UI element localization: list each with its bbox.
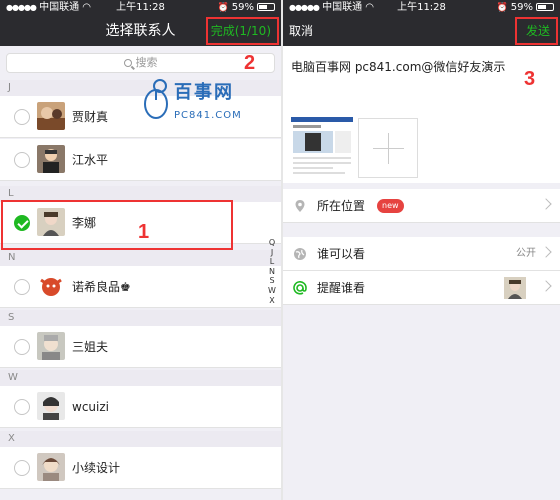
status-bar: ●●●●● 中国联通 ◠ 上午11:28 ⏰ 59% — [0, 0, 281, 16]
step-number-3: 3 — [524, 68, 536, 90]
search-bar: 搜索 — [0, 46, 281, 80]
location-pin-icon — [295, 200, 305, 212]
section-header-x: X — [0, 431, 281, 447]
select-radio[interactable] — [14, 399, 30, 415]
select-radio[interactable] — [14, 109, 30, 125]
battery-status: ⏰ 59% — [218, 0, 275, 16]
index-letter[interactable]: X — [267, 296, 277, 306]
search-icon — [123, 59, 132, 67]
contact-name: 三姐夫 — [72, 340, 109, 354]
step-number-1: 1 — [138, 221, 150, 243]
site-watermark: 百事网 PC841.COM — [140, 76, 265, 140]
contact-name: 江水平 — [72, 153, 109, 167]
select-radio[interactable] — [14, 279, 30, 295]
contact-name: 诺希良品♚ — [72, 280, 131, 294]
index-letter[interactable]: J — [267, 248, 277, 258]
select-radio[interactable] — [14, 460, 30, 476]
alarm-icon: ⏰ — [496, 3, 508, 13]
post-text-input[interactable]: 电脑百事网 pc841.com@微信好友演示 — [291, 58, 505, 75]
alphabet-index-bar[interactable]: Q J L N S W X — [267, 238, 277, 305]
index-letter[interactable]: N — [267, 267, 277, 277]
index-letter[interactable]: L — [267, 257, 277, 267]
status-bar: ●●●●● 中国联通 ◠ 上午11:28 ⏰ 59% — [283, 0, 560, 16]
select-radio[interactable] — [14, 152, 30, 168]
battery-icon — [536, 3, 554, 11]
send-highlight-box — [515, 17, 558, 45]
step-number-2: 2 — [244, 52, 256, 74]
new-badge: new — [377, 199, 404, 213]
visibility-value: 公开 — [516, 248, 536, 259]
section-header-w: W — [0, 370, 281, 386]
globe-icon — [294, 248, 306, 260]
chevron-right-icon — [540, 246, 552, 258]
attached-image-thumbnail[interactable] — [291, 117, 353, 179]
selected-highlight-box — [1, 200, 233, 250]
index-letter[interactable]: S — [267, 276, 277, 286]
watermark-text-cn: 百事网 — [174, 82, 234, 103]
chevron-right-icon — [540, 280, 552, 292]
moments-compose-screen: ●●●●● 中国联通 ◠ 上午11:28 ⏰ 59% 取消 发送 电脑百事网 pc… — [283, 0, 560, 500]
select-radio[interactable] — [14, 339, 30, 355]
contact-name: wcuizi — [72, 400, 109, 414]
compose-area: 电脑百事网 pc841.com@微信好友演示 — [283, 46, 560, 183]
mouse-logo-icon — [144, 79, 168, 119]
battery-icon — [257, 3, 275, 11]
mentioned-avatar — [504, 277, 526, 299]
chevron-right-icon — [540, 198, 552, 210]
avatar — [37, 272, 65, 300]
contact-row[interactable]: wcuizi — [0, 386, 281, 428]
avatar — [37, 392, 65, 420]
done-highlight-box — [206, 17, 279, 45]
visibility-row[interactable]: 谁可以看 公开 — [283, 237, 560, 271]
section-header-n: N — [0, 250, 281, 266]
contact-row[interactable]: 三姐夫 — [0, 326, 281, 368]
search-input[interactable]: 搜索 — [6, 53, 275, 73]
cancel-button[interactable]: 取消 — [289, 16, 313, 46]
visibility-label: 谁可以看 — [317, 247, 366, 261]
avatar — [37, 453, 65, 481]
location-label: 所在位置 — [317, 199, 366, 213]
add-image-button[interactable] — [358, 118, 418, 178]
remind-row[interactable]: 提醒谁看 — [283, 271, 560, 305]
avatar — [37, 332, 65, 360]
contact-name: 贾财真 — [72, 110, 109, 124]
avatar — [37, 145, 65, 173]
alarm-icon: ⏰ — [217, 3, 229, 13]
contact-name: 小续设计 — [72, 461, 121, 475]
select-contacts-screen: ●●●●● 中国联通 ◠ 上午11:28 ⏰ 59% 选择联系人 完成(1/10)… — [0, 0, 281, 500]
battery-status: ⏰ 59% — [497, 0, 554, 16]
index-search-icon[interactable]: Q — [267, 238, 277, 248]
location-row[interactable]: 所在位置 new — [283, 189, 560, 223]
contact-row[interactable]: 江水平 — [0, 139, 281, 181]
section-header-s: S — [0, 310, 281, 326]
watermark-text-en: PC841.COM — [174, 110, 242, 121]
at-mention-icon — [293, 281, 307, 295]
remind-label: 提醒谁看 — [317, 281, 366, 295]
avatar — [37, 102, 65, 130]
contact-row[interactable]: 小续设计 — [0, 447, 281, 489]
contact-row[interactable]: 诺希良品♚ — [0, 266, 281, 308]
index-letter[interactable]: W — [267, 286, 277, 296]
